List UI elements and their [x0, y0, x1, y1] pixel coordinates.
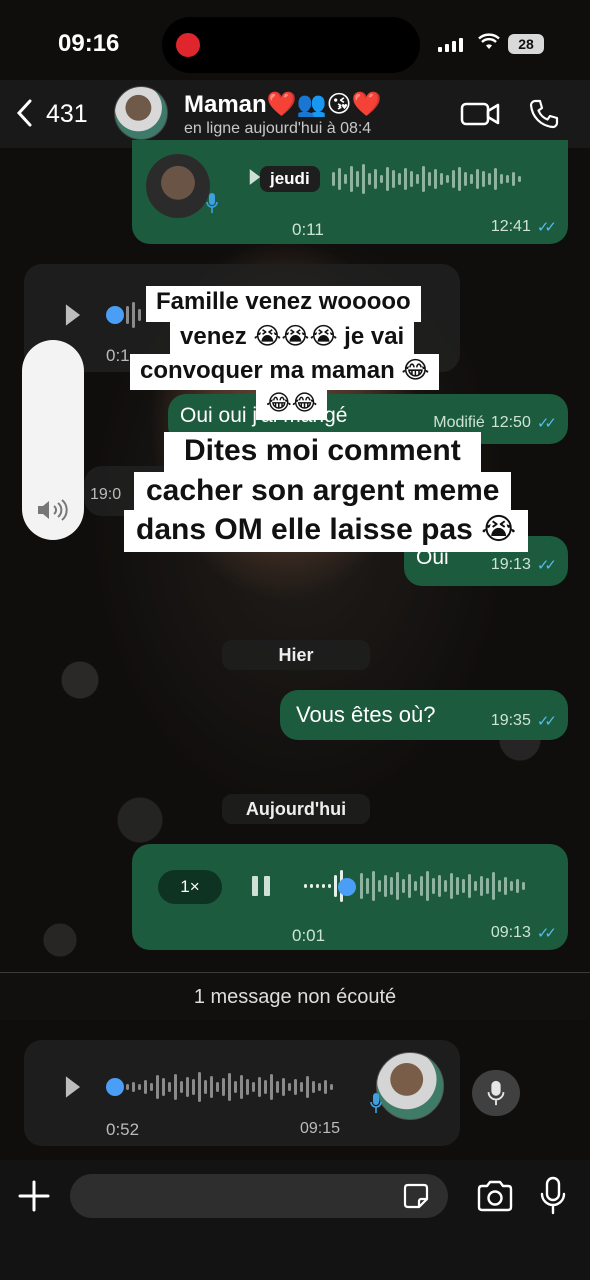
- voice-duration: 0:1: [106, 346, 130, 365]
- status-time: 09:16: [58, 30, 120, 57]
- read-ticks-icon: ✓✓: [536, 925, 557, 942]
- contact-name[interactable]: Maman❤️👥😘❤️: [184, 90, 381, 119]
- pause-icon[interactable]: [250, 874, 272, 898]
- message-timestamp: 09:13 ✓✓: [490, 924, 557, 942]
- mic-icon[interactable]: [538, 1176, 568, 1216]
- contact-last-seen: en ligne aujourd'hui à 08:4: [184, 120, 372, 137]
- unread-chats-count[interactable]: 431: [46, 100, 88, 129]
- voice-duration: 0:52: [106, 1120, 140, 1139]
- voice-message-incoming[interactable]: 0:52 09:15: [24, 1040, 460, 1146]
- message-timestamp: Modifié 12:50 ✓✓: [433, 414, 557, 432]
- battery-indicator: 28: [508, 34, 544, 54]
- read-ticks-icon: ✓✓: [536, 219, 557, 236]
- voice-waveform[interactable]: [126, 1070, 333, 1104]
- volume-slider[interactable]: [22, 340, 84, 540]
- read-ticks-icon: ✓✓: [536, 713, 557, 730]
- voice-message-outgoing[interactable]: jeudi 0:11 12:41 ✓✓: [132, 140, 568, 244]
- message-timestamp: 19:35 ✓✓: [490, 712, 557, 730]
- day-separator: Aujourd'hui: [222, 794, 370, 824]
- voice-waveform[interactable]: [332, 162, 521, 196]
- caption-bottom-line-3: dans OM elle laisse pas 😭: [124, 510, 529, 552]
- voice-elapsed: 0:01: [292, 926, 326, 945]
- unread-voice-banner: 1 message non écouté: [0, 972, 590, 1020]
- phone-icon[interactable]: [528, 98, 560, 130]
- mic-icon: [206, 193, 218, 213]
- message-outgoing[interactable]: Vous êtes où? 19:35 ✓✓: [280, 690, 568, 740]
- voice-duration: 0:11: [292, 220, 324, 239]
- status-bar: 09:16 28: [0, 0, 590, 80]
- message-text: Vous êtes où?: [296, 702, 436, 727]
- contact-avatar[interactable]: [114, 86, 168, 140]
- message-input[interactable]: [70, 1174, 448, 1218]
- recording-indicator-icon: [176, 33, 200, 57]
- camera-icon[interactable]: [476, 1180, 514, 1212]
- mic-icon: [370, 1093, 382, 1113]
- play-icon[interactable]: [62, 1074, 84, 1100]
- plus-icon[interactable]: [16, 1178, 52, 1214]
- video-camera-icon[interactable]: [460, 100, 500, 128]
- floating-mic-button[interactable]: [472, 1070, 520, 1116]
- wifi-icon: [478, 33, 500, 49]
- caption-top-line-1: Famille venez wooooo: [146, 286, 421, 322]
- caption-bottom-line-1: Dites moi comment: [164, 432, 481, 472]
- caption-top-line-2: venez 😭😭😭 je vai: [170, 320, 415, 356]
- playback-speed-button[interactable]: 1×: [158, 870, 222, 904]
- message-composer: [0, 1160, 590, 1280]
- signal-icon: [438, 36, 463, 52]
- caption-top-line-3: convoquer ma maman 😂: [130, 354, 440, 390]
- message-timestamp: 09:15: [300, 1120, 341, 1137]
- chat-header: 431 Maman❤️👥😘❤️ en ligne aujourd'hui à 0…: [0, 80, 590, 148]
- day-separator: Hier: [222, 640, 370, 670]
- caption-bottom-line-2: cacher son argent meme: [134, 472, 512, 512]
- read-ticks-icon: ✓✓: [536, 415, 557, 432]
- voice-waveform[interactable]: [126, 298, 141, 332]
- dynamic-island: [162, 17, 420, 73]
- message-timestamp: 19:0: [90, 486, 122, 503]
- message-timestamp: 19:13 ✓✓: [490, 556, 557, 574]
- playback-position-dot[interactable]: [338, 878, 356, 896]
- volume-icon: [38, 499, 68, 521]
- voice-waveform-remaining: [360, 868, 525, 904]
- sticker-icon[interactable]: [402, 1182, 430, 1210]
- mic-icon: [487, 1080, 505, 1106]
- playback-position-dot[interactable]: [106, 306, 124, 324]
- back-chevron-icon[interactable]: [14, 98, 36, 128]
- sender-avatar: [146, 154, 210, 218]
- playback-position-dot[interactable]: [106, 1078, 124, 1096]
- day-label-overlay: jeudi: [260, 166, 320, 192]
- caption-top-line-4: 😂😂: [256, 388, 328, 420]
- voice-message-outgoing-playing[interactable]: 1× 0:01 09:13 ✓✓: [132, 844, 568, 950]
- message-timestamp: 12:41 ✓✓: [490, 218, 557, 236]
- sender-avatar[interactable]: [376, 1052, 444, 1120]
- read-ticks-icon: ✓✓: [536, 557, 557, 574]
- play-icon[interactable]: [62, 302, 84, 328]
